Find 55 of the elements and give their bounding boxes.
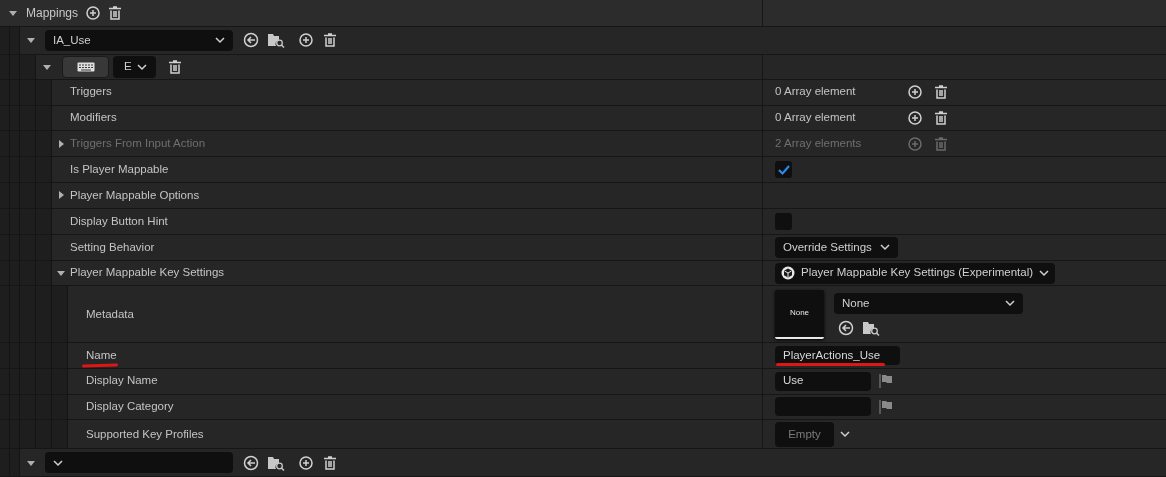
expand-arrow-icon[interactable] <box>56 190 66 201</box>
delete-icon[interactable] <box>323 33 337 48</box>
setting-dropdown[interactable]: Override Settings <box>775 236 898 258</box>
use-selected-icon[interactable] <box>243 32 259 49</box>
keyboard-icon <box>76 61 95 72</box>
property-label: Modifiers <box>70 110 117 126</box>
cube-icon <box>781 266 795 280</box>
checkbox[interactable] <box>775 161 792 179</box>
checkmark-icon <box>777 164 790 175</box>
delete-icon[interactable] <box>934 85 948 100</box>
folder-search-icon[interactable] <box>862 319 880 336</box>
asset-dropdown[interactable]: None <box>834 292 1023 314</box>
property-label: Display Category <box>86 399 174 415</box>
delete-icon[interactable] <box>108 5 123 20</box>
array-count: 0 Array element <box>775 84 857 100</box>
property-label: Metadata <box>86 306 134 322</box>
flag-icon[interactable] <box>879 399 893 414</box>
delete-icon[interactable] <box>934 110 948 125</box>
property-label: Display Button Hint <box>70 213 168 229</box>
property-label: Triggers From Input Action <box>70 136 206 152</box>
action-dropdown[interactable]: IA_Use <box>45 29 233 51</box>
folder-search-icon[interactable] <box>267 32 285 49</box>
class-dropdown[interactable]: Player Mappable Key Settings (Experimental) <box>775 262 1056 284</box>
key-selector-button[interactable] <box>62 55 109 78</box>
key-dropdown[interactable]: E <box>113 55 156 78</box>
asset-thumbnail: None <box>775 289 824 339</box>
property-label: Display Name <box>86 373 158 389</box>
chevron-down-icon <box>1005 299 1015 308</box>
delete-icon[interactable] <box>323 455 337 470</box>
chevron-down-icon <box>879 243 890 252</box>
property-label: Player Mappable Key Settings <box>70 265 225 281</box>
chevron-down-icon <box>215 36 225 45</box>
chevron-down-icon <box>840 430 850 439</box>
chevron-down-icon <box>1039 269 1050 277</box>
array-count: 2 Array elements <box>775 136 863 152</box>
array-count: 0 Array element <box>775 110 857 126</box>
chevron-down-icon <box>136 62 147 71</box>
property-label: Supported Key Profiles <box>86 426 204 442</box>
property-label: Triggers <box>70 84 112 100</box>
text-field[interactable]: Use <box>775 371 871 391</box>
use-selected-icon[interactable] <box>838 319 854 336</box>
name-field[interactable]: PlayerActions_Use <box>775 345 900 365</box>
property-label: Player Mappable Options <box>70 187 200 203</box>
profiles-combo[interactable]: Empty <box>775 421 834 447</box>
chevron-down-icon <box>53 458 63 467</box>
folder-search-icon[interactable] <box>267 454 285 471</box>
annotation-underline <box>81 363 119 368</box>
property-label: Setting Behavior <box>70 239 155 255</box>
property-label: Is Player Mappable <box>70 162 169 177</box>
use-selected-icon[interactable] <box>243 454 259 471</box>
flag-icon[interactable] <box>879 374 893 389</box>
section-title: Mappings <box>26 4 79 22</box>
collapse-arrow-icon[interactable] <box>56 268 66 278</box>
delete-icon[interactable] <box>168 59 182 74</box>
property-label: Name <box>86 347 117 363</box>
